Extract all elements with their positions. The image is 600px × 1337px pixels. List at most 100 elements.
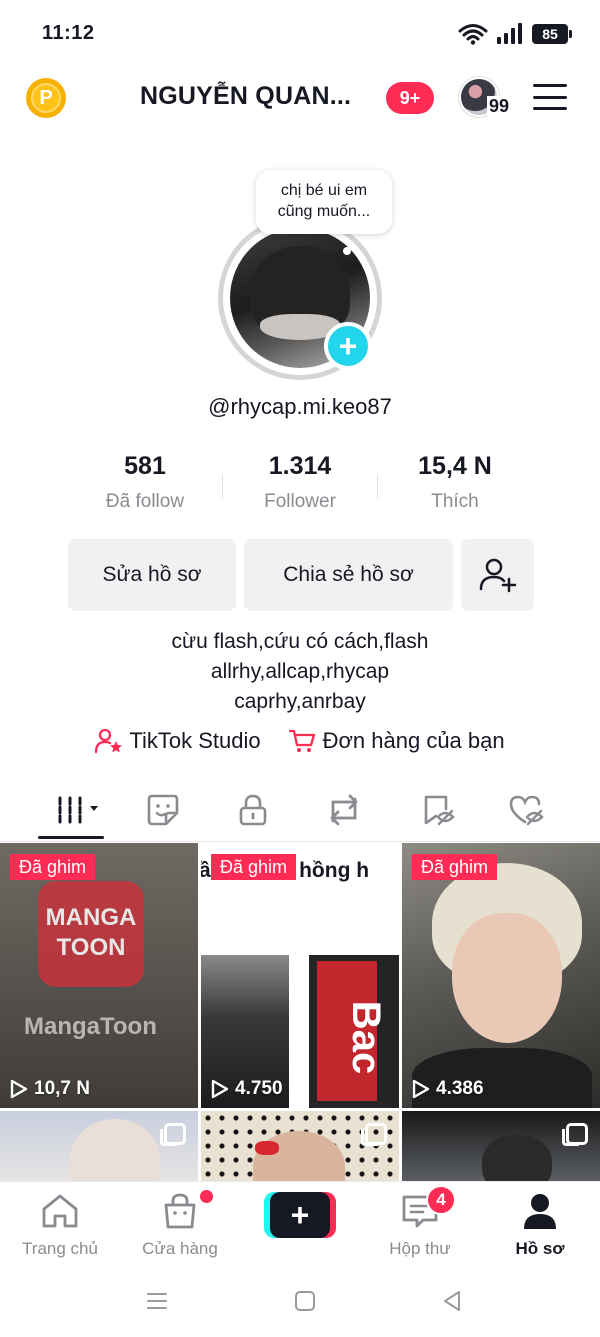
nav-label: Hộp thư (389, 1239, 451, 1258)
shopping-bag-icon (164, 1193, 196, 1229)
status-bar: 11:12 85 (0, 0, 600, 68)
home-square-icon[interactable] (293, 1289, 317, 1313)
content-tabs (0, 784, 600, 842)
photo-subject (482, 1135, 552, 1183)
username: @rhycap.mi.keo87 (208, 394, 392, 419)
wifi-icon (458, 24, 488, 45)
nav-profile[interactable]: Hồ sơ (480, 1192, 600, 1259)
system-navigation-bar (0, 1267, 600, 1337)
coin-icon[interactable]: P (26, 78, 66, 118)
logo-wordmark: MangaToon (24, 1013, 157, 1040)
stat-label: Follower (264, 491, 336, 512)
nav-shop[interactable]: Cửa hàng (120, 1192, 240, 1259)
home-icon (42, 1194, 78, 1228)
profile-header: P NGUYỄN QUAN... 9+ 99 (0, 68, 600, 128)
friends-count: 99 (487, 96, 512, 116)
photo-subject (70, 1119, 160, 1183)
nav-home[interactable]: Trang chủ (0, 1192, 120, 1259)
video-tile[interactable]: ầu tối với hồng h Bac Đã ghim 4.750 (201, 843, 399, 1108)
profile-icon (524, 1194, 556, 1229)
logo-text: MANGA (45, 904, 137, 931)
play-icon (412, 1079, 430, 1099)
photo-carousel-icon (562, 1123, 588, 1146)
video-tile[interactable] (201, 1111, 399, 1183)
nav-inbox[interactable]: Hộp thư (360, 1192, 480, 1259)
repost-icon (330, 794, 358, 826)
signal-icon (497, 23, 522, 44)
bio-line: caprhy,anrbay (234, 690, 366, 713)
status-time: 11:12 (42, 22, 95, 44)
bow-ornament (255, 1141, 279, 1155)
tab-stickers[interactable] (143, 792, 183, 828)
nav-label: Cửa hàng (142, 1239, 218, 1258)
profile-bio: cừu flash,cứu có cách,flash allrhy,allca… (0, 627, 600, 717)
studio-icon (95, 728, 123, 754)
pinned-badge: Đã ghim (10, 854, 96, 880)
bio-line: cừu flash,cứu có cách,flash (171, 630, 429, 653)
stat-value: 1.314 (268, 452, 332, 480)
add-friend-button[interactable] (461, 539, 534, 611)
share-profile-button[interactable]: Chia sẻ hồ sơ (244, 539, 453, 611)
profile-display-name[interactable]: NGUYỄN QUAN... (140, 82, 351, 111)
add-user-icon (479, 558, 516, 593)
edit-profile-button[interactable]: Sửa hồ sơ (68, 539, 236, 611)
back-icon[interactable] (440, 1289, 464, 1313)
tab-videos[interactable] (50, 792, 106, 828)
bio-line: allrhy,allcap,rhycap (210, 660, 390, 683)
stat-label: Thích (431, 491, 479, 512)
tab-favorites[interactable] (418, 792, 458, 828)
play-icon (211, 1079, 229, 1099)
stat-value: 581 (124, 452, 166, 480)
profile-links: TikTok Studio Đơn hàng của bạn (0, 728, 600, 754)
profile-stats: 581 Đã follow 1.314 Follower 15,4 N Thíc… (68, 452, 532, 513)
battery-indicator: 85 (532, 24, 572, 44)
active-tab-indicator (38, 836, 104, 839)
portrait-face (452, 913, 562, 1043)
note-line: chị bé ui em (280, 182, 368, 199)
video-tile[interactable] (0, 1111, 198, 1183)
tab-private[interactable] (233, 792, 273, 828)
note-line: cũng muốn... (277, 203, 371, 220)
recent-apps-icon[interactable] (145, 1289, 169, 1313)
orders-link[interactable]: Đơn hàng của bạn (288, 728, 505, 754)
orders-label: Đơn hàng của bạn (322, 728, 505, 753)
sign-text: Bac (344, 1000, 389, 1075)
profile-actions: Sửa hồ sơ Chia sẻ hồ sơ (68, 539, 534, 611)
cart-icon (288, 729, 315, 752)
nav-label: Hồ sơ (515, 1239, 565, 1258)
view-count: 4.750 (211, 1078, 283, 1100)
shop-notification-dot (200, 1190, 213, 1203)
grid-icon (58, 796, 98, 824)
video-tile[interactable]: MANGA TOON MangaToon Đã ghim 10,7 N (0, 843, 198, 1108)
pinned-badge: Đã ghim (211, 854, 297, 880)
photo-carousel-icon (361, 1123, 387, 1146)
sticker-icon (147, 794, 179, 826)
tab-liked[interactable] (507, 792, 547, 828)
photo-subject (253, 1131, 345, 1183)
account-notification-badge[interactable]: 9+ (386, 82, 434, 114)
lock-icon (239, 794, 267, 826)
tiktok-studio-link[interactable]: TikTok Studio (95, 728, 261, 754)
create-button[interactable]: + (264, 1192, 336, 1238)
mangatoon-logo: MANGA TOON (38, 881, 144, 987)
view-count-value: 4.386 (436, 1078, 484, 1099)
video-tile[interactable]: Đã ghim 4.386 (402, 843, 600, 1108)
stat-likes[interactable]: 15,4 N Thích (378, 452, 532, 513)
stat-following[interactable]: 581 Đã follow (68, 452, 222, 513)
video-thumb-right: Bac (309, 955, 399, 1108)
play-icon (10, 1079, 28, 1099)
tiktok-studio-label: TikTok Studio (129, 728, 261, 753)
add-avatar-plus-icon[interactable]: + (324, 322, 372, 370)
profile-note-bubble[interactable]: chị bé ui em cũng muốn... (256, 170, 392, 234)
photo-carousel-icon (160, 1123, 186, 1146)
pinned-badge: Đã ghim (412, 854, 498, 880)
tab-reposts[interactable] (324, 792, 364, 828)
view-count-value: 10,7 N (34, 1078, 90, 1099)
stat-label: Đã follow (105, 491, 185, 512)
menu-icon[interactable] (533, 84, 567, 110)
stat-followers[interactable]: 1.314 Follower (223, 452, 377, 513)
stat-value: 15,4 N (418, 452, 492, 480)
bottom-navigation: Trang chủ Cửa hàng + Hộp thư 4 Hồ sơ (0, 1181, 600, 1267)
video-tile[interactable] (402, 1111, 600, 1183)
plus-icon: + (270, 1192, 330, 1238)
